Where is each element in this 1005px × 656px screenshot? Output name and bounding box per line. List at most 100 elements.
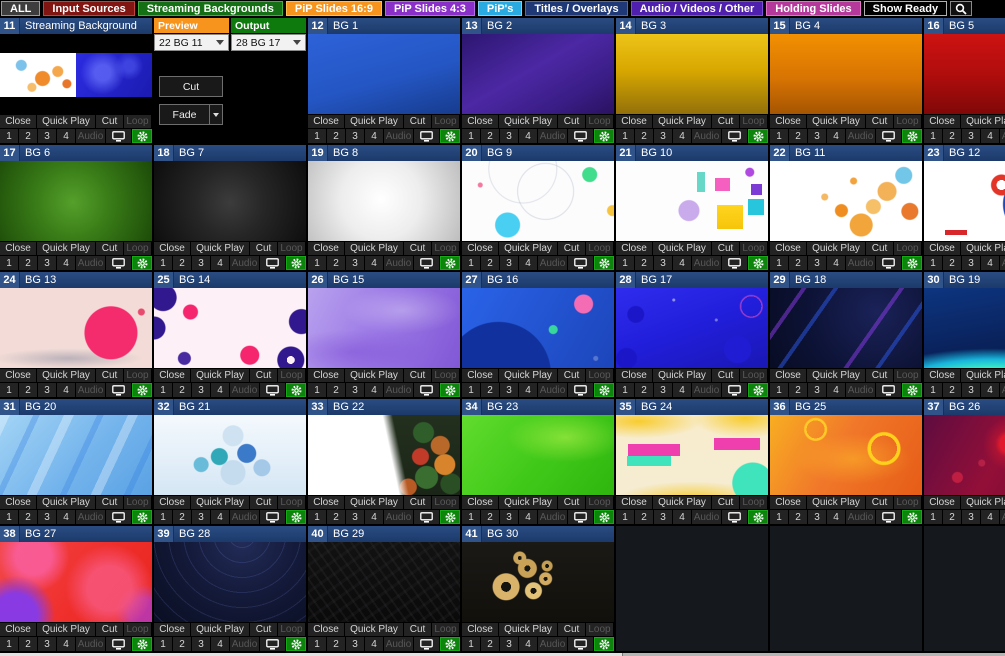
audio-button[interactable]: Audio	[384, 510, 413, 524]
input-thumbnail[interactable]	[462, 542, 614, 622]
overlay-4-button[interactable]: 4	[57, 383, 75, 397]
cut-button[interactable]: Cut	[712, 242, 739, 255]
audio-button[interactable]: Audio	[230, 637, 259, 651]
input-thumbnail[interactable]	[616, 288, 768, 368]
overlay-3-button[interactable]: 3	[38, 129, 56, 143]
fullscreen-button[interactable]	[876, 129, 901, 143]
overlay-3-button[interactable]: 3	[38, 383, 56, 397]
close-button[interactable]: Close	[616, 115, 652, 128]
input-tile[interactable]: 15 BG 4 Close Quick Play Cut Loop 1 2 3 …	[770, 18, 922, 143]
input-thumbnail[interactable]	[0, 34, 152, 114]
quick-play-button[interactable]: Quick Play	[961, 115, 1005, 128]
overlay-3-button[interactable]: 3	[38, 510, 56, 524]
settings-button[interactable]	[902, 256, 922, 270]
overlay-1-button[interactable]: 1	[0, 256, 18, 270]
overlay-4-button[interactable]: 4	[211, 256, 229, 270]
quick-play-button[interactable]: Quick Play	[345, 242, 403, 255]
cut-button[interactable]: Cut	[712, 369, 739, 382]
input-thumbnail[interactable]	[308, 542, 460, 622]
overlay-4-button[interactable]: 4	[365, 637, 383, 651]
overlay-1-button[interactable]: 1	[154, 637, 172, 651]
overlay-2-button[interactable]: 2	[173, 637, 191, 651]
close-button[interactable]: Close	[154, 496, 190, 509]
input-tile[interactable]: 31 BG 20 Close Quick Play Cut Loop 1 2 3…	[0, 399, 152, 524]
overlay-3-button[interactable]: 3	[808, 129, 826, 143]
overlay-4-button[interactable]: 4	[981, 510, 999, 524]
cut-button[interactable]: Cut	[866, 242, 893, 255]
settings-button[interactable]	[286, 637, 306, 651]
input-tile[interactable]: 37 BG 26 Close Quick Play Cut Loop 1 2 3…	[924, 399, 1005, 524]
quick-play-button[interactable]: Quick Play	[807, 242, 865, 255]
input-thumbnail[interactable]	[770, 415, 922, 495]
overlay-3-button[interactable]: 3	[346, 256, 364, 270]
quick-play-button[interactable]: Quick Play	[807, 496, 865, 509]
input-tile[interactable]: 21 BG 10 Close Quick Play Cut Loop 1 2 3…	[616, 145, 768, 270]
fullscreen-button[interactable]	[260, 383, 285, 397]
overlay-2-button[interactable]: 2	[19, 256, 37, 270]
fullscreen-button[interactable]	[414, 383, 439, 397]
close-button[interactable]: Close	[616, 369, 652, 382]
settings-button[interactable]	[132, 637, 152, 651]
overlay-3-button[interactable]: 3	[500, 510, 518, 524]
overlay-2-button[interactable]: 2	[635, 510, 653, 524]
input-thumbnail[interactable]	[462, 288, 614, 368]
overlay-1-button[interactable]: 1	[0, 383, 18, 397]
fullscreen-button[interactable]	[722, 383, 747, 397]
close-button[interactable]: Close	[462, 496, 498, 509]
overlay-1-button[interactable]: 1	[308, 256, 326, 270]
overlay-1-button[interactable]: 1	[770, 383, 788, 397]
quick-play-button[interactable]: Quick Play	[499, 115, 557, 128]
input-thumbnail[interactable]	[0, 161, 152, 241]
quick-play-button[interactable]: Quick Play	[191, 369, 249, 382]
audio-button[interactable]: Audio	[538, 383, 567, 397]
category-tab[interactable]: PiP Slides 4:3	[384, 1, 475, 16]
close-button[interactable]: Close	[770, 496, 806, 509]
close-button[interactable]: Close	[154, 623, 190, 636]
overlay-1-button[interactable]: 1	[308, 510, 326, 524]
transition-cut-button[interactable]: Cut	[159, 76, 223, 97]
overlay-1-button[interactable]: 1	[154, 256, 172, 270]
overlay-2-button[interactable]: 2	[327, 510, 345, 524]
settings-button[interactable]	[594, 256, 614, 270]
overlay-4-button[interactable]: 4	[827, 129, 845, 143]
loop-button[interactable]: Loop	[586, 623, 613, 636]
input-thumbnail[interactable]	[308, 34, 460, 114]
input-thumbnail[interactable]	[770, 288, 922, 368]
loop-button[interactable]: Loop	[278, 369, 305, 382]
overlay-1-button[interactable]: 1	[462, 129, 480, 143]
input-tile[interactable]: 39 BG 28 Close Quick Play Cut Loop 1 2 3…	[154, 526, 306, 651]
overlay-2-button[interactable]: 2	[327, 383, 345, 397]
input-thumbnail[interactable]	[154, 161, 306, 241]
overlay-1-button[interactable]: 1	[770, 256, 788, 270]
overlay-2-button[interactable]: 2	[789, 510, 807, 524]
close-button[interactable]: Close	[616, 496, 652, 509]
settings-button[interactable]	[440, 510, 460, 524]
close-button[interactable]: Close	[0, 369, 36, 382]
cut-button[interactable]: Cut	[404, 115, 431, 128]
settings-button[interactable]	[286, 256, 306, 270]
close-button[interactable]: Close	[924, 242, 960, 255]
input-thumbnail[interactable]	[924, 288, 1005, 368]
settings-button[interactable]	[132, 383, 152, 397]
close-button[interactable]: Close	[924, 115, 960, 128]
fullscreen-button[interactable]	[260, 256, 285, 270]
loop-button[interactable]: Loop	[278, 242, 305, 255]
category-tab[interactable]: Streaming Backgrounds	[137, 1, 283, 16]
cut-button[interactable]: Cut	[866, 496, 893, 509]
fullscreen-button[interactable]	[414, 637, 439, 651]
input-tile[interactable]: 24 BG 13 Close Quick Play Cut Loop 1 2 3…	[0, 272, 152, 397]
quick-play-button[interactable]: Quick Play	[37, 369, 95, 382]
overlay-4-button[interactable]: 4	[519, 129, 537, 143]
input-tile[interactable]: 41 BG 30 Close Quick Play Cut Loop 1 2 3…	[462, 526, 614, 651]
audio-button[interactable]: Audio	[76, 637, 105, 651]
input-tile[interactable]: 38 BG 27 Close Quick Play Cut Loop 1 2 3…	[0, 526, 152, 651]
audio-button[interactable]: Audio	[76, 510, 105, 524]
fullscreen-button[interactable]	[568, 129, 593, 143]
loop-button[interactable]: Loop	[432, 496, 459, 509]
transition-fade-button[interactable]: Fade	[159, 104, 223, 125]
close-button[interactable]: Close	[462, 369, 498, 382]
overlay-3-button[interactable]: 3	[654, 383, 672, 397]
settings-button[interactable]	[902, 383, 922, 397]
quick-play-button[interactable]: Quick Play	[961, 242, 1005, 255]
overlay-3-button[interactable]: 3	[500, 383, 518, 397]
